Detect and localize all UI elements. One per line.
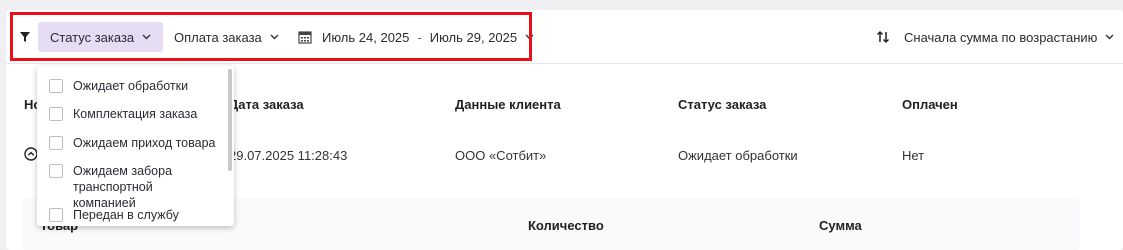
dropdown-scrollbar[interactable]: [228, 69, 232, 171]
toolbar-divider: [6, 63, 1123, 64]
checkbox[interactable]: [49, 79, 63, 93]
column-header-client[interactable]: Данные клиента: [455, 97, 561, 112]
chevron-down-icon: [270, 34, 279, 40]
checkbox[interactable]: [49, 208, 63, 222]
date-from: Июль 24, 2025: [322, 29, 410, 45]
checkbox[interactable]: [49, 164, 63, 178]
status-option-label: Передан в службу: [73, 208, 179, 222]
column-header-date[interactable]: Дата заказа: [229, 97, 304, 112]
sort-label: Сначала сумма по возрастанию: [904, 29, 1098, 45]
status-option[interactable]: Ожидаем забора транспортной компанией: [49, 163, 209, 211]
status-option[interactable]: Ожидает обработки: [49, 78, 188, 94]
calendar-icon: [298, 31, 312, 44]
date-to: Июль 29, 2025: [429, 29, 518, 45]
status-option-label: Ожидаем забора транспортной компанией: [73, 164, 173, 210]
chevron-down-icon: [142, 34, 151, 40]
status-filter-dropdown[interactable]: Ожидает обработки Комплектация заказа Ож…: [37, 66, 234, 226]
status-option[interactable]: Передан в службу: [49, 207, 179, 223]
status-option-label: Ожидаем приход товара: [73, 136, 216, 150]
date-range-picker[interactable]: Июль 24, 2025 - Июль 29, 2025: [292, 22, 540, 52]
checkbox[interactable]: [49, 136, 63, 150]
status-option-label: Ожидает обработки: [73, 79, 189, 93]
date-separator: -: [417, 29, 422, 45]
status-option[interactable]: Ожидаем приход товара: [49, 135, 215, 151]
expand-row-icon[interactable]: [24, 147, 38, 161]
paid-status: Нет: [902, 148, 925, 163]
details-header-quantity: Количество: [528, 218, 604, 233]
sort-button[interactable]: Сначала сумма по возрастанию: [876, 22, 1114, 52]
status-option[interactable]: Комплектация заказа: [49, 106, 197, 122]
details-header-sum: Сумма: [819, 218, 862, 233]
column-header-status[interactable]: Статус заказа: [678, 97, 766, 112]
chevron-down-icon: [1105, 34, 1114, 40]
chevron-down-icon: [525, 34, 534, 40]
status-option-label: Комплектация заказа: [73, 107, 198, 121]
filter-icon[interactable]: [20, 32, 30, 42]
payment-filter-button[interactable]: Оплата заказа: [166, 22, 287, 52]
order-status: Ожидает обработки: [678, 148, 798, 163]
payment-filter-label: Оплата заказа: [174, 29, 262, 45]
status-filter-label: Статус заказа: [50, 29, 135, 45]
sort-icon: [876, 30, 890, 44]
order-date: 29.07.2025 11:28:43: [229, 148, 348, 163]
client-name: ООО «Сотбит»: [455, 148, 547, 163]
checkbox[interactable]: [49, 107, 63, 121]
column-header-paid[interactable]: Оплачен: [902, 97, 958, 112]
status-filter-button[interactable]: Статус заказа: [38, 22, 164, 52]
